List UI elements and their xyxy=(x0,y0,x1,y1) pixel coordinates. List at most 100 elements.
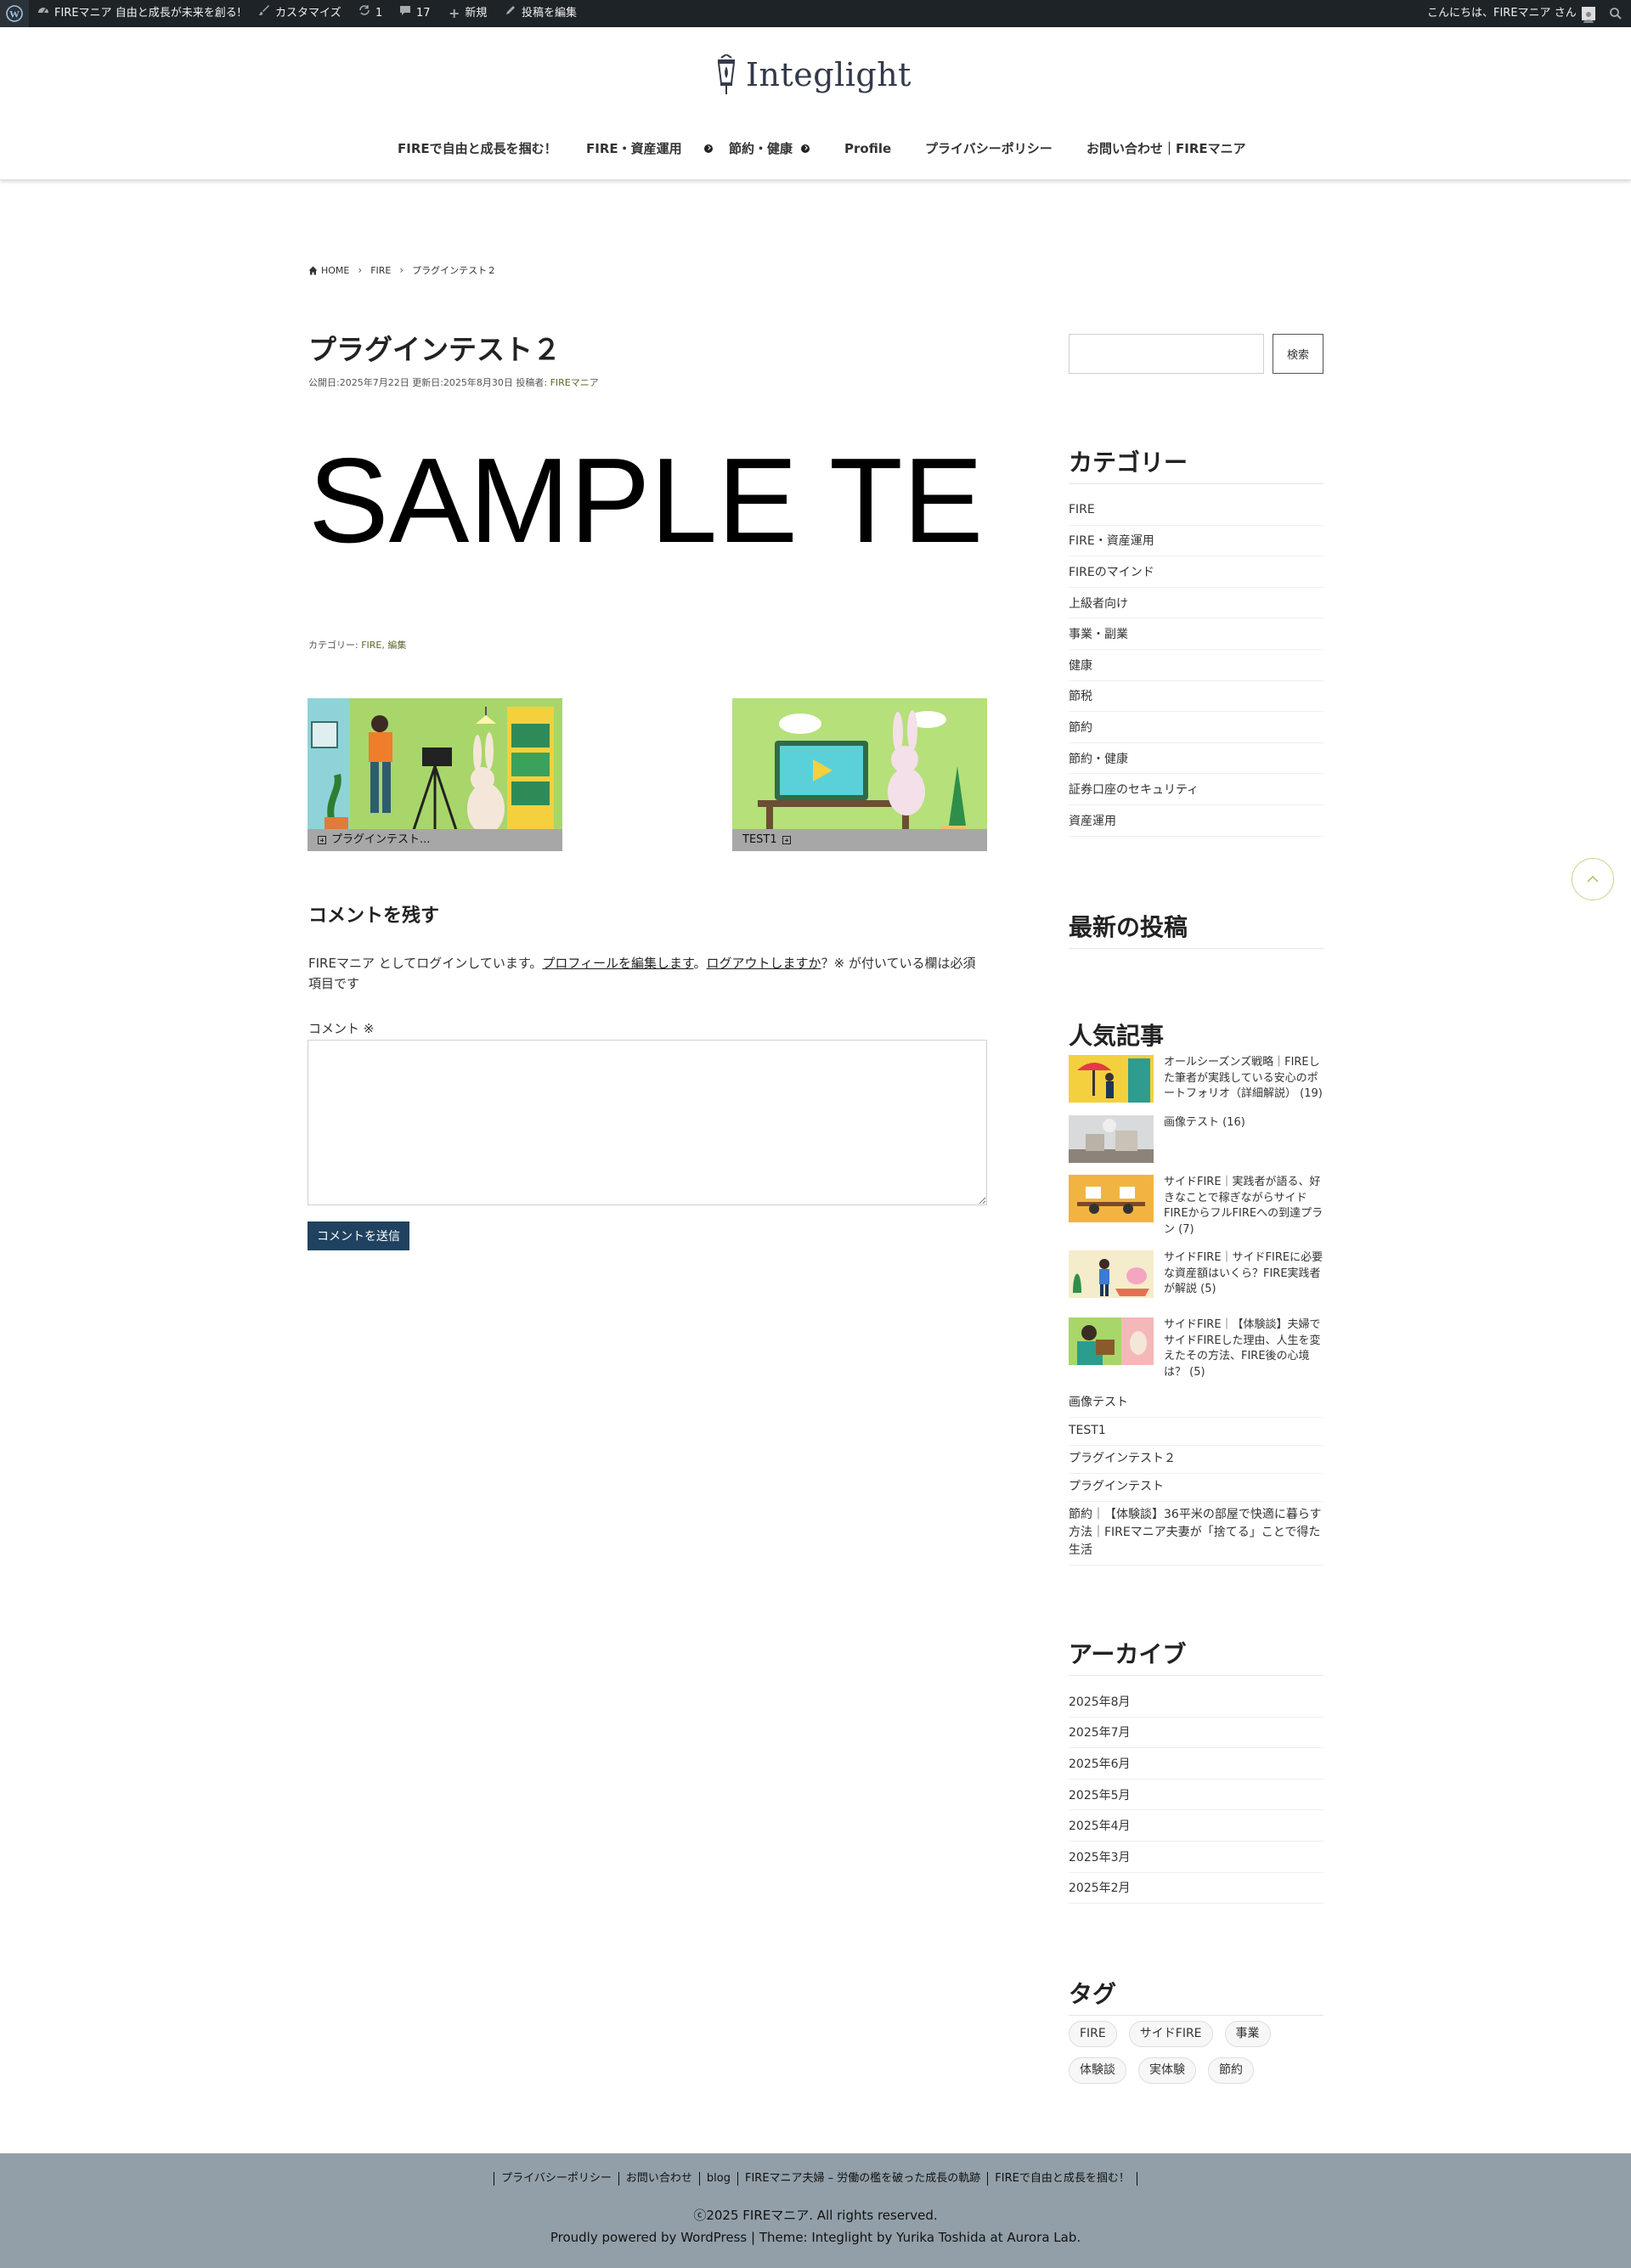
categories-list: FIRE FIRE・資産運用 FIREのマインド 上級者向け 事業・副業 健康 … xyxy=(1069,494,1323,837)
submit-comment-button[interactable]: コメントを送信 xyxy=(308,1221,409,1250)
search-input[interactable] xyxy=(1069,334,1264,374)
popular-post-item[interactable]: サイドFIRE｜サイドFIREに必要な資産額はいくら？FIRE実践者が解説 (5… xyxy=(1069,1250,1323,1298)
breadcrumb-home[interactable]: HOME xyxy=(308,265,349,276)
admin-comments-count: 17 xyxy=(416,7,431,20)
list-item[interactable]: 2025年8月 xyxy=(1069,1686,1323,1718)
list-item[interactable]: 画像テスト xyxy=(1069,1390,1323,1418)
footer-link[interactable]: プライバシーポリシー xyxy=(494,2172,618,2186)
admin-customize-label: カスタマイズ xyxy=(275,7,341,20)
list-item[interactable]: 節約｜【体験談】36平米の部屋で快適に暮らす方法｜FIREマニア夫妻が「捨てる」… xyxy=(1069,1502,1323,1566)
related-post-caption[interactable]: プラグインテスト... xyxy=(308,829,562,851)
list-item[interactable]: 2025年2月 xyxy=(1069,1873,1323,1904)
recent-posts-title: 最新の投稿 xyxy=(1069,909,1323,949)
list-item[interactable]: FIREのマインド xyxy=(1069,556,1323,588)
post-category-links[interactable]: FIRE, 編集 xyxy=(361,640,406,651)
footer-link[interactable]: FIREマニア夫婦 – 労働の檻を破った成長の軌跡 xyxy=(736,2172,987,2186)
list-item[interactable]: 資産運用 xyxy=(1069,805,1323,837)
list-item[interactable]: 2025年7月 xyxy=(1069,1718,1323,1749)
related-post-card[interactable]: TEST1 xyxy=(732,698,987,851)
nav-item-fire-freedom[interactable]: FIREで自由と成長を掴む！ xyxy=(398,136,557,161)
tag-chip[interactable]: サイドFIRE xyxy=(1128,2021,1213,2047)
popular-post-title: サイドFIRE｜サイドFIREに必要な資産額はいくら？FIRE実践者が解説 (5… xyxy=(1164,1251,1323,1295)
site-logo[interactable]: Integlight xyxy=(714,51,917,99)
list-item[interactable]: FIRE・資産運用 xyxy=(1069,526,1323,557)
nav-label: お問い合わせ｜FIREマニア xyxy=(1086,141,1246,156)
list-item[interactable]: 2025年3月 xyxy=(1069,1842,1323,1873)
list-item[interactable]: 事業・副業 xyxy=(1069,618,1323,650)
list-item[interactable]: TEST1 xyxy=(1069,1418,1323,1446)
powered-by[interactable]: Proudly powered by WordPress | Theme: In… xyxy=(0,2230,1631,2245)
list-item[interactable]: 2025年4月 xyxy=(1069,1810,1323,1842)
search-button[interactable]: 検索 xyxy=(1273,334,1323,374)
related-post-caption[interactable]: TEST1 xyxy=(732,829,987,851)
list-item[interactable]: プラグインテスト xyxy=(1069,1474,1323,1502)
nav-item-contact[interactable]: お問い合わせ｜FIREマニア xyxy=(1086,136,1246,161)
popular-post-item[interactable]: サイドFIRE｜【体験談】夫婦でサイドFIREした理由、人生を変えたその方法、F… xyxy=(1069,1317,1323,1380)
popular-post-item[interactable]: サイドFIRE｜実践者が語る、好きなことで稼ぎながらサイドFIREからフルFIR… xyxy=(1069,1175,1323,1238)
logout-link[interactable]: ログアウトしますか xyxy=(707,956,821,971)
list-item[interactable]: 上級者向け xyxy=(1069,588,1323,619)
lantern-logo-icon xyxy=(717,54,736,94)
page-title: プラグインテスト２ xyxy=(308,333,561,366)
brush-icon xyxy=(258,0,270,27)
admin-new-link[interactable]: + 新規 xyxy=(449,0,487,27)
admin-comments-link[interactable]: 17 xyxy=(399,0,431,27)
popular-post-item[interactable]: 画像テスト (16) xyxy=(1069,1115,1323,1163)
updates-icon xyxy=(358,0,370,27)
tag-chip[interactable]: 体験談 xyxy=(1069,2057,1126,2084)
admin-updates-link[interactable]: 1 xyxy=(358,0,382,27)
footer-link[interactable]: FIREで自由と成長を掴む！ xyxy=(987,2172,1137,2186)
nav-item-profile[interactable]: Profile xyxy=(844,136,891,161)
list-item[interactable]: 証券口座のセキュリティ xyxy=(1069,774,1323,805)
chevron-right-circle-icon[interactable] xyxy=(703,144,713,153)
popular-post-thumbnail xyxy=(1069,1317,1154,1365)
chevron-right-circle-icon[interactable] xyxy=(801,144,810,153)
admin-account-link[interactable]: こんにちは、FIREマニア さん xyxy=(1427,0,1595,27)
footer-link[interactable]: お問い合わせ xyxy=(618,2172,699,2186)
nav-label: Profile xyxy=(844,141,892,156)
post-dates: 公開日:2025年7月22日 更新日:2025年8月30日 投稿者: xyxy=(308,377,550,388)
related-post-title: プラグインテスト... xyxy=(331,833,431,846)
logo-text: Integlight xyxy=(746,56,911,93)
related-post-card[interactable]: プラグインテスト... xyxy=(308,698,562,851)
admin-search-icon[interactable] xyxy=(1609,0,1623,27)
tag-chip[interactable]: 実体験 xyxy=(1138,2057,1196,2084)
popular-post-item[interactable]: オールシーズンズ戦略｜FIREした筆者が実践している安心のポートフォリオ（詳細解… xyxy=(1069,1055,1323,1103)
tag-chip[interactable]: 事業 xyxy=(1224,2021,1271,2047)
breadcrumb-category[interactable]: FIRE xyxy=(370,265,391,276)
list-item[interactable]: 節約 xyxy=(1069,712,1323,743)
nav-item-saving-health[interactable]: 節約・健康 xyxy=(729,136,810,161)
list-item[interactable]: 2025年5月 xyxy=(1069,1780,1323,1811)
admin-site-link[interactable]: FIREマニア 自由と成長が未来を創る! xyxy=(37,0,241,27)
popular-post-thumbnail xyxy=(1069,1250,1154,1298)
list-item[interactable]: 節約・健康 xyxy=(1069,743,1323,775)
chevron-right-icon: › xyxy=(358,264,363,276)
list-item[interactable]: 健康 xyxy=(1069,650,1323,681)
admin-updates-count: 1 xyxy=(375,7,383,20)
plus-icon: + xyxy=(449,5,460,21)
list-item[interactable]: 節税 xyxy=(1069,681,1323,713)
nav-item-fire-investing[interactable]: FIRE・資産運用 xyxy=(586,136,713,161)
site-footer: プライバシーポリシー お問い合わせ blog FIREマニア夫婦 – 労働の檻を… xyxy=(0,2153,1631,2268)
edit-profile-link[interactable]: プロフィールを編集します xyxy=(542,956,693,971)
list-item[interactable]: FIRE xyxy=(1069,494,1323,526)
post-author-link[interactable]: FIREマニア xyxy=(550,377,599,388)
post-categories: カテゴリー: FIRE, 編集 xyxy=(308,638,406,652)
comment-textarea[interactable] xyxy=(308,1040,987,1205)
tag-chip[interactable]: FIRE xyxy=(1069,2021,1117,2047)
nav-item-privacy[interactable]: プライバシーポリシー xyxy=(925,136,1053,161)
footer-link[interactable]: blog xyxy=(698,2172,737,2186)
tag-chip[interactable]: 節約 xyxy=(1208,2057,1254,2084)
back-to-top-button[interactable] xyxy=(1572,858,1614,900)
nav-label: 節約・健康 xyxy=(729,141,793,156)
wordpress-logo-icon[interactable]: W xyxy=(0,0,29,27)
breadcrumb-current: プラグインテスト２ xyxy=(412,265,497,276)
home-icon xyxy=(308,266,318,274)
chevron-right-icon: › xyxy=(399,264,404,276)
admin-edit-post-link[interactable]: 投稿を編集 xyxy=(505,0,577,27)
popular-post-title: オールシーズンズ戦略｜FIREした筆者が実践している安心のポートフォリオ（詳細解… xyxy=(1164,1056,1323,1100)
list-item[interactable]: 2025年6月 xyxy=(1069,1748,1323,1780)
admin-customize-link[interactable]: カスタマイズ xyxy=(258,0,341,27)
nav-label: プライバシーポリシー xyxy=(925,141,1053,156)
list-item[interactable]: プラグインテスト２ xyxy=(1069,1446,1323,1474)
